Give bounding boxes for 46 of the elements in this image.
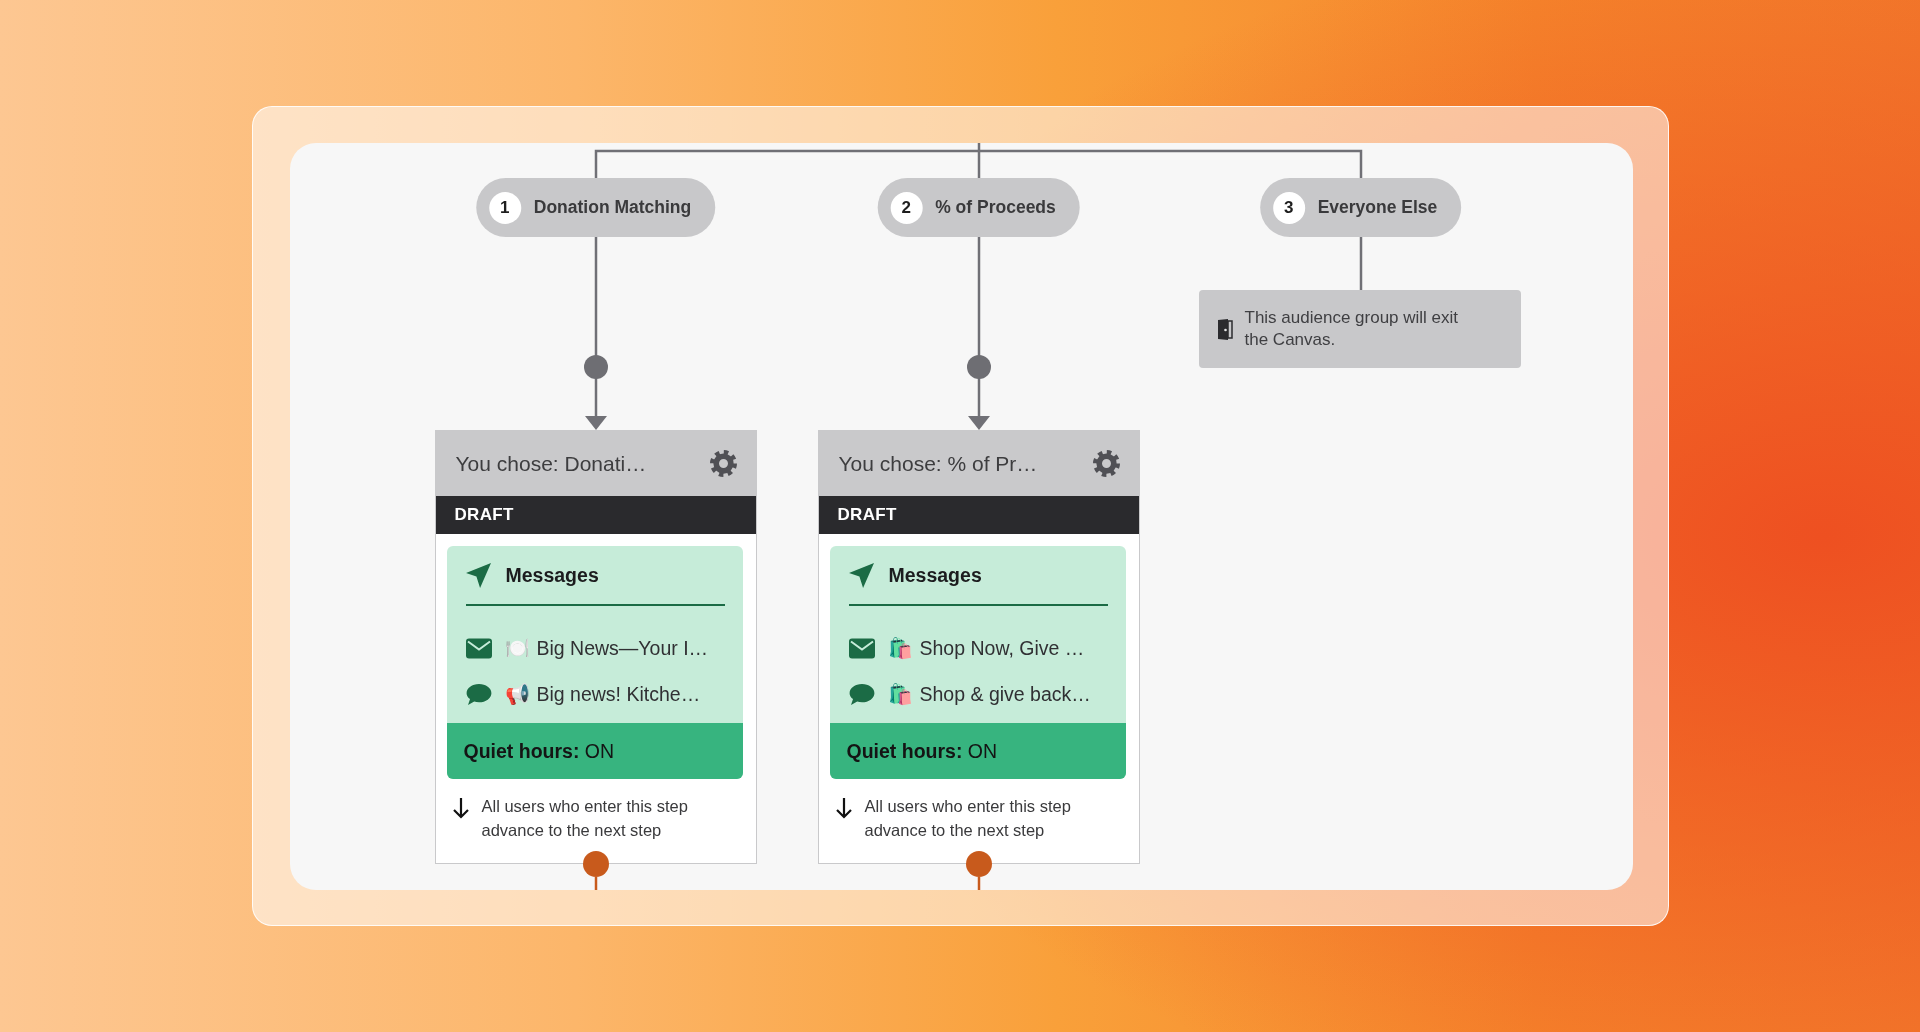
status-banner: DRAFT: [435, 496, 756, 534]
chat-bubble-icon: [848, 683, 875, 705]
message-title[interactable]: Big News—Your I…: [536, 636, 709, 660]
advance-note: All users who enter this step advance to the next step: [481, 796, 689, 841]
quiet-hours-bar: Quiet hours: ON: [829, 723, 1126, 779]
emoji-icon: 📢: [504, 684, 530, 704]
message-title[interactable]: Shop Now, Give …: [919, 636, 1085, 660]
branch-node[interactable]: 1 Donation Matching: [475, 178, 716, 237]
branch-number: 2: [890, 191, 923, 224]
junction-dot-icon: [966, 355, 991, 379]
emoji-icon: 🍽: [504, 638, 530, 658]
emoji-icon: 🛍: [887, 684, 913, 704]
emoji-icon: 🛍: [887, 638, 913, 658]
step-title: You chose: % of Pr…: [838, 451, 1038, 476]
message-title[interactable]: Big news! Kitche…: [536, 682, 701, 706]
door-icon: [1215, 318, 1233, 340]
branch-number: 1: [488, 191, 521, 224]
send-icon: [465, 562, 491, 588]
advance-note: All users who enter this step advance to the next step: [864, 796, 1072, 841]
send-icon: [848, 562, 874, 588]
step-card[interactable]: You chose: Donati… DRAFT Messages 🍽 Big News—Your I… 📢 Big news! Kitche… Quiet hours: ON All users who enter this step advance to the next step: [434, 430, 757, 864]
quiet-hours-bar: Quiet hours: ON: [446, 723, 743, 779]
envelope-icon: [848, 637, 875, 659]
chat-bubble-icon: [465, 683, 492, 705]
connector-line: [1359, 237, 1362, 290]
step-card[interactable]: You chose: % of Pr… DRAFT Messages 🛍 Shop Now, Give … 🛍 Shop & give back… Quiet hours: ON All users who enter this step advance to the next step: [817, 430, 1140, 864]
message-title[interactable]: Shop & give back…: [919, 682, 1091, 706]
down-arrow-icon: [450, 797, 471, 819]
down-arrow-icon: [833, 797, 854, 819]
connection-handle-icon[interactable]: [965, 851, 992, 877]
branch-node[interactable]: 2 % of Proceeds: [877, 178, 1080, 237]
messages-heading: Messages: [505, 563, 599, 587]
envelope-icon: [465, 637, 492, 659]
branch-label: Everyone Else: [1317, 197, 1438, 218]
exit-note-text: This audience group will exit the Canvas.: [1244, 307, 1460, 351]
settings-icon[interactable]: [709, 450, 737, 477]
connection-handle-icon[interactable]: [582, 851, 609, 877]
branch-node[interactable]: 3 Everyone Else: [1259, 178, 1462, 237]
status-banner: DRAFT: [818, 496, 1139, 534]
junction-dot-icon: [583, 355, 608, 379]
branch-number: 3: [1272, 191, 1305, 224]
branch-label: Donation Matching: [533, 197, 692, 218]
branch-label: % of Proceeds: [935, 197, 1056, 218]
messages-heading: Messages: [888, 563, 982, 587]
settings-icon[interactable]: [1092, 450, 1120, 477]
step-title: You chose: Donati…: [455, 451, 647, 476]
